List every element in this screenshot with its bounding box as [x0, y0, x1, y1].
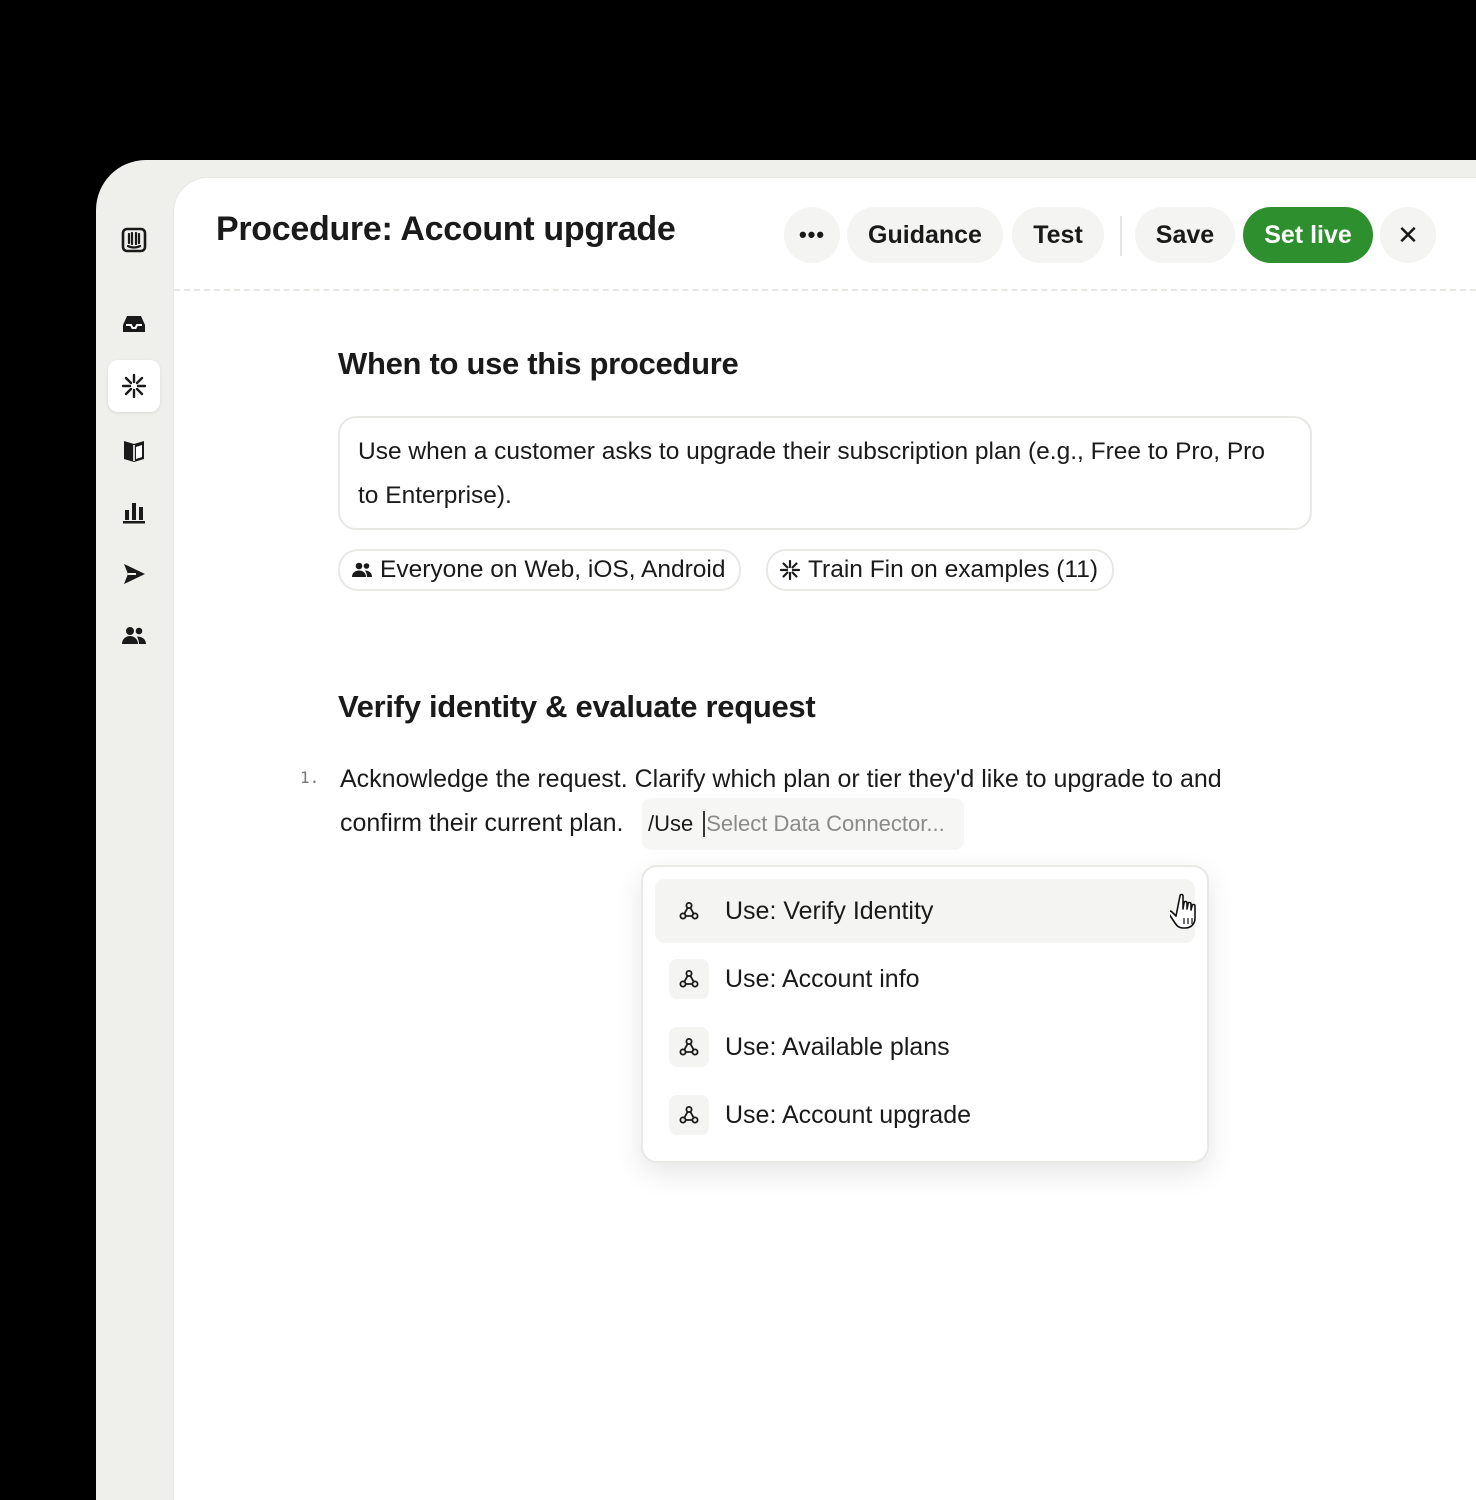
step-number: 1. — [300, 768, 320, 787]
dropdown-item-label: Use: Account info — [725, 964, 920, 993]
page-title: Procedure: Account upgrade — [216, 210, 676, 248]
test-button[interactable]: Test — [1012, 207, 1104, 263]
editor-header: Procedure: Account upgrade ••• Guidance … — [174, 178, 1476, 291]
fin-sparkle-icon[interactable] — [108, 360, 160, 412]
fin-sparkle-icon — [779, 559, 801, 581]
connector-placeholder: Select Data Connector... — [706, 811, 945, 836]
dropdown-item-account-upgrade[interactable]: Use: Account upgrade — [655, 1083, 1195, 1147]
data-connector-dropdown: Use: Verify Identity Use: Account info U… — [641, 865, 1209, 1163]
when-section-title: When to use this procedure — [338, 346, 739, 381]
more-icon: ••• — [798, 222, 826, 247]
audience-chip[interactable]: Everyone on Web, iOS, Android — [338, 549, 742, 591]
dropdown-item-account-info[interactable]: Use: Account info — [655, 947, 1195, 1011]
book-icon[interactable] — [108, 424, 160, 476]
train-fin-chip-label: Train Fin on examples (11) — [808, 556, 1099, 583]
inbox-icon[interactable] — [108, 298, 160, 350]
intercom-logo-icon[interactable] — [108, 214, 160, 266]
command-prefix: /Use — [648, 811, 694, 836]
dropdown-item-available-plans[interactable]: Use: Available plans — [655, 1015, 1195, 1079]
procedure-editor: Procedure: Account upgrade ••• Guidance … — [174, 178, 1476, 1500]
send-icon[interactable] — [108, 548, 160, 600]
webhook-icon — [669, 1027, 709, 1067]
dropdown-item-verify-identity[interactable]: Use: Verify Identity — [655, 879, 1195, 943]
webhook-icon — [669, 891, 709, 931]
header-divider — [1120, 216, 1122, 256]
dropdown-item-label: Use: Verify Identity — [725, 896, 934, 925]
contacts-icon[interactable] — [108, 610, 160, 662]
trigger-description-field[interactable]: Use when a customer asks to upgrade thei… — [338, 416, 1312, 530]
text-caret — [703, 811, 706, 837]
close-icon: ✕ — [1397, 219, 1419, 250]
sidebar — [96, 160, 172, 1500]
bar-chart-icon[interactable] — [108, 486, 160, 538]
save-button[interactable]: Save — [1135, 207, 1235, 263]
audience-chip-label: Everyone on Web, iOS, Android — [380, 556, 726, 583]
audience-icon — [352, 562, 372, 577]
train-fin-chip[interactable]: Train Fin on examples (11) — [766, 549, 1115, 591]
close-button[interactable]: ✕ — [1380, 207, 1436, 263]
app-window: Procedure: Account upgrade ••• Guidance … — [96, 160, 1476, 1500]
set-live-button[interactable]: Set live — [1243, 207, 1373, 263]
dropdown-item-label: Use: Account upgrade — [725, 1100, 971, 1129]
more-options-button[interactable]: ••• — [784, 207, 840, 263]
verify-section-title: Verify identity & evaluate request — [338, 689, 816, 724]
webhook-icon — [669, 1095, 709, 1135]
data-connector-input[interactable]: /Use Select Data Connector... — [642, 798, 964, 850]
guidance-button[interactable]: Guidance — [847, 207, 1003, 263]
webhook-icon — [669, 959, 709, 999]
hand-pointer-cursor-icon — [1170, 893, 1196, 929]
dropdown-item-label: Use: Available plans — [725, 1032, 950, 1061]
